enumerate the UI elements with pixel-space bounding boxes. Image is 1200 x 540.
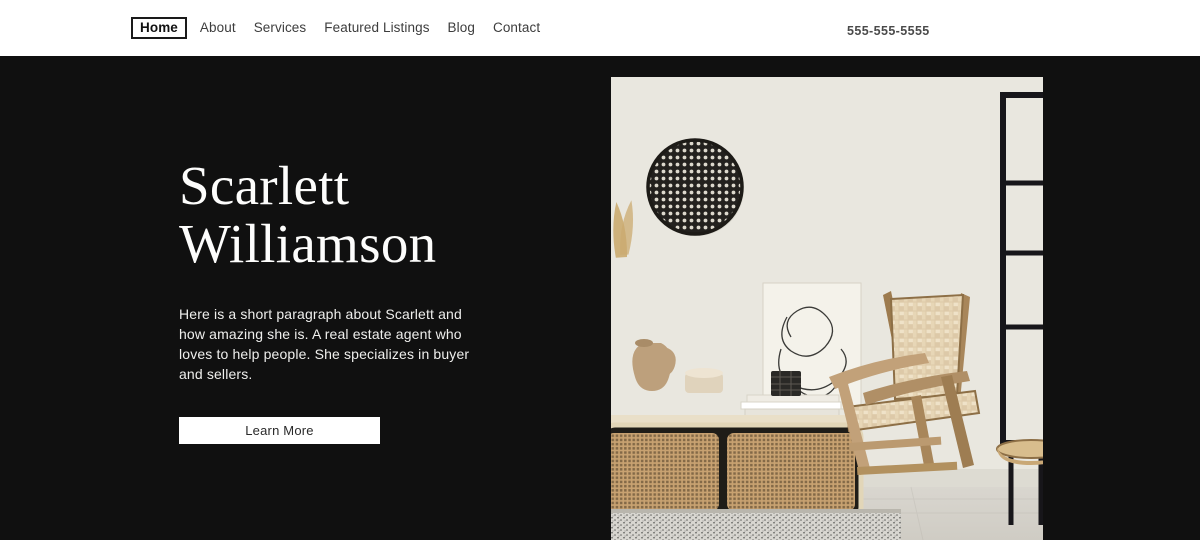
header-phone-number[interactable]: 555-555-5555 (847, 24, 930, 38)
hero-title: Scarlett Williamson (179, 155, 437, 274)
site-header: Home About Services Featured Listings Bl… (0, 0, 1200, 56)
nav-item-contact[interactable]: Contact (484, 17, 549, 39)
nav-item-featured-listings[interactable]: Featured Listings (315, 17, 438, 39)
page-root: Home About Services Featured Listings Bl… (0, 0, 1200, 540)
hero-image (611, 77, 1043, 540)
hero-copy-block: Scarlett Williamson Here is a short para… (179, 157, 499, 444)
nav-item-services[interactable]: Services (245, 17, 316, 39)
main-navigation: Home About Services Featured Listings Bl… (131, 17, 549, 39)
learn-more-button[interactable]: Learn More (179, 417, 380, 444)
nav-item-home[interactable]: Home (131, 17, 187, 39)
hero-section: Scarlett Williamson Here is a short para… (0, 56, 1200, 540)
hero-paragraph: Here is a short paragraph about Scarlett… (179, 306, 470, 382)
nav-item-blog[interactable]: Blog (439, 17, 484, 39)
nav-item-about[interactable]: About (191, 17, 245, 39)
